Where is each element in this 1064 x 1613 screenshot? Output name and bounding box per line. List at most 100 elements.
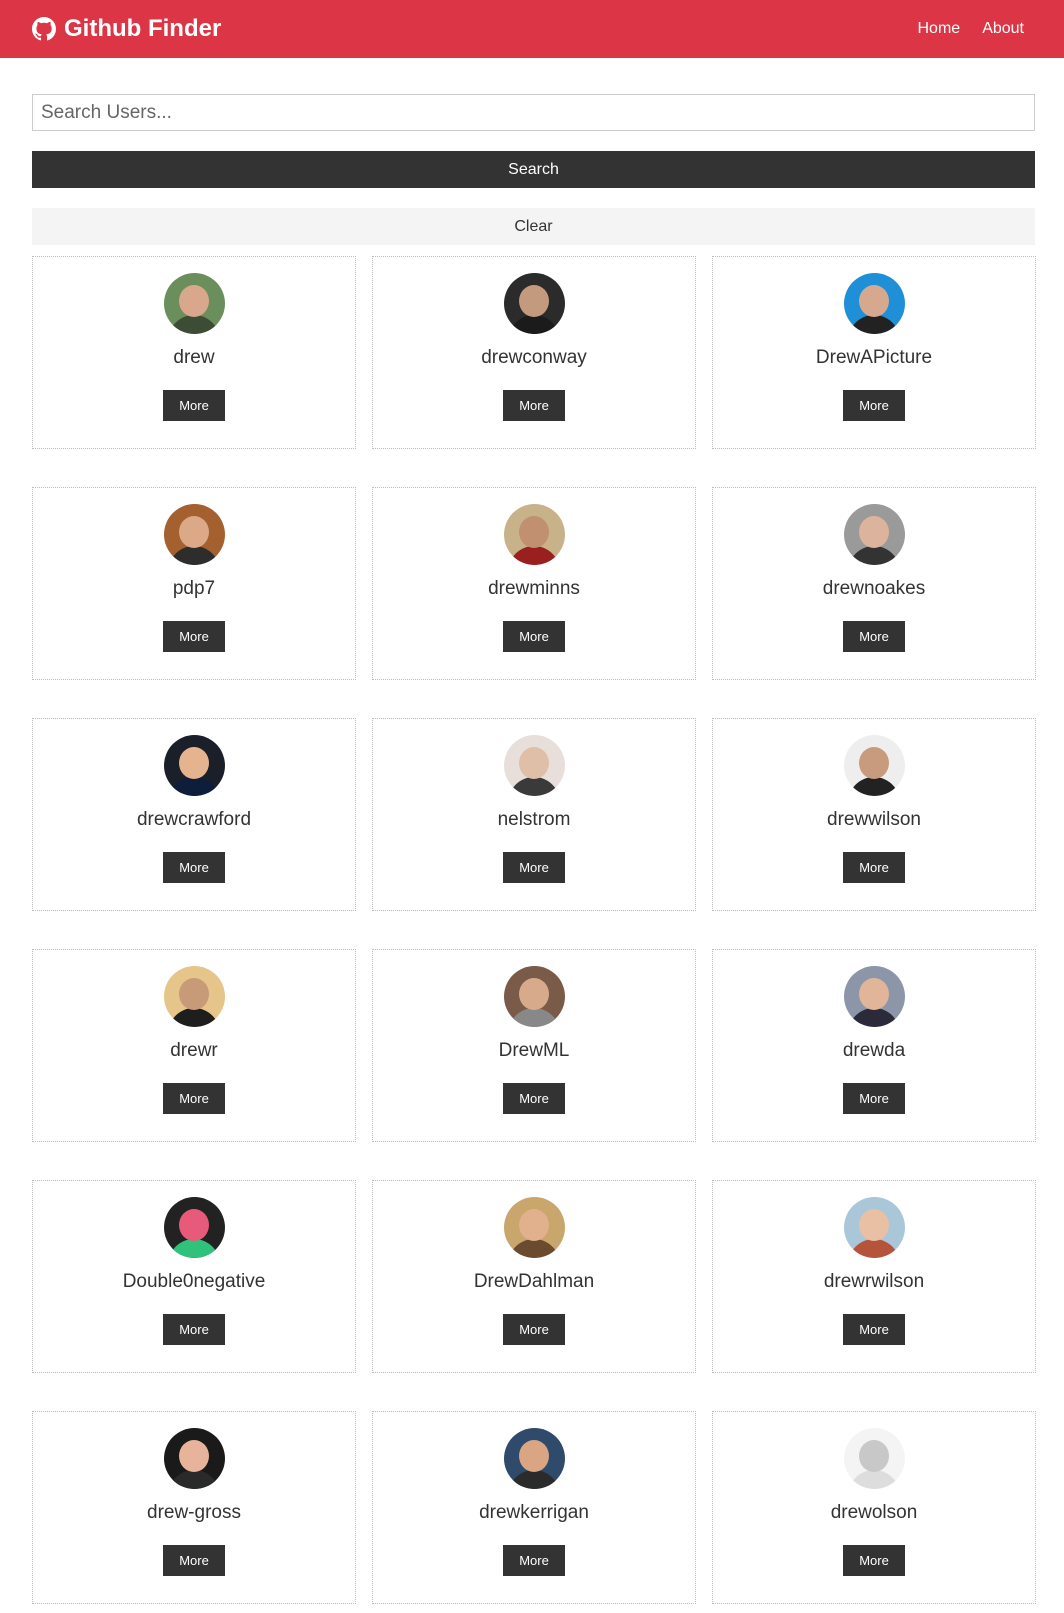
username: DrewDahlman: [473, 1271, 595, 1292]
username: drewolson: [830, 1502, 918, 1523]
avatar-head: [858, 747, 889, 779]
brand-title: Github Finder: [64, 15, 222, 42]
avatar: [843, 735, 905, 796]
nav-about-link[interactable]: About: [982, 20, 1024, 38]
avatar: [843, 504, 905, 565]
avatar: [503, 504, 565, 565]
avatar: [843, 1428, 905, 1489]
avatar-shoulders: [507, 1470, 560, 1489]
nav-links: Home About: [918, 20, 1025, 38]
avatar-shoulders: [167, 777, 220, 796]
search-input[interactable]: [32, 94, 1035, 131]
more-button[interactable]: More: [163, 390, 225, 421]
more-button[interactable]: More: [503, 1545, 565, 1576]
avatar-shoulders: [847, 1470, 900, 1489]
avatar-head: [858, 285, 889, 317]
avatar-head: [518, 978, 549, 1010]
user-card: nelstrom More: [372, 718, 696, 911]
search-form: Search Clear: [32, 94, 1035, 245]
user-card: drewkerrigan More: [372, 1411, 696, 1604]
avatar: [503, 273, 565, 334]
avatar-shoulders: [847, 546, 900, 565]
avatar-head: [178, 1209, 209, 1241]
user-card: drewr More: [32, 949, 356, 1142]
avatar: [503, 735, 565, 796]
avatar-shoulders: [507, 1008, 560, 1027]
more-button[interactable]: More: [843, 852, 905, 883]
avatar-head: [178, 747, 209, 779]
user-card: drew More: [32, 256, 356, 449]
username: DrewAPicture: [815, 347, 933, 368]
user-card: drewolson More: [712, 1411, 1036, 1604]
username: drewminns: [488, 578, 580, 599]
username: DrewML: [498, 1040, 570, 1061]
more-button[interactable]: More: [843, 390, 905, 421]
more-button[interactable]: More: [163, 1545, 225, 1576]
avatar-head: [858, 516, 889, 548]
avatar-shoulders: [847, 777, 900, 796]
more-button[interactable]: More: [503, 390, 565, 421]
username: drewnoakes: [822, 578, 926, 599]
avatar-shoulders: [507, 777, 560, 796]
user-card: DrewML More: [372, 949, 696, 1142]
avatar: [163, 735, 225, 796]
user-card: drewda More: [712, 949, 1036, 1142]
user-card: DrewDahlman More: [372, 1180, 696, 1373]
navbar: Github Finder Home About: [0, 0, 1064, 58]
avatar-head: [178, 516, 209, 548]
more-button[interactable]: More: [163, 852, 225, 883]
avatar-head: [178, 1440, 209, 1472]
avatar-head: [518, 747, 549, 779]
user-grid: drew More drewconway More DrewAPicture More pd…: [32, 256, 1036, 1604]
avatar: [163, 273, 225, 334]
username: drewwilson: [827, 809, 921, 830]
brand[interactable]: Github Finder: [32, 15, 221, 43]
avatar-head: [518, 516, 549, 548]
user-card: drew-gross More: [32, 1411, 356, 1604]
avatar: [503, 1197, 565, 1258]
user-card: drewcrawford More: [32, 718, 356, 911]
more-button[interactable]: More: [503, 1314, 565, 1345]
avatar-shoulders: [167, 1008, 220, 1027]
user-card: pdp7 More: [32, 487, 356, 680]
more-button[interactable]: More: [163, 1083, 225, 1114]
more-button[interactable]: More: [503, 1083, 565, 1114]
avatar-head: [178, 285, 209, 317]
search-button[interactable]: Search: [32, 151, 1035, 188]
username: drew: [173, 347, 215, 368]
avatar: [163, 504, 225, 565]
avatar-shoulders: [847, 315, 900, 334]
nav-home-link[interactable]: Home: [918, 20, 961, 38]
more-button[interactable]: More: [163, 1314, 225, 1345]
avatar-head: [858, 1209, 889, 1241]
avatar-shoulders: [507, 546, 560, 565]
avatar-shoulders: [847, 1239, 900, 1258]
more-button[interactable]: More: [843, 1083, 905, 1114]
github-icon: [32, 17, 56, 41]
user-card: DrewAPicture More: [712, 256, 1036, 449]
avatar: [503, 966, 565, 1027]
username: nelstrom: [497, 809, 571, 830]
more-button[interactable]: More: [843, 1545, 905, 1576]
avatar-head: [518, 1209, 549, 1241]
avatar-shoulders: [167, 315, 220, 334]
avatar: [163, 1428, 225, 1489]
username: pdp7: [172, 578, 216, 599]
clear-button[interactable]: Clear: [32, 208, 1035, 245]
user-card: drewnoakes More: [712, 487, 1036, 680]
more-button[interactable]: More: [843, 621, 905, 652]
more-button[interactable]: More: [843, 1314, 905, 1345]
username: drewda: [842, 1040, 906, 1061]
user-card: drewconway More: [372, 256, 696, 449]
avatar-head: [518, 1440, 549, 1472]
user-card: Double0negative More: [32, 1180, 356, 1373]
user-card: drewminns More: [372, 487, 696, 680]
avatar-shoulders: [847, 1008, 900, 1027]
username: drewr: [170, 1040, 218, 1061]
more-button[interactable]: More: [163, 621, 225, 652]
avatar: [843, 966, 905, 1027]
more-button[interactable]: More: [503, 621, 565, 652]
avatar-head: [518, 285, 549, 317]
more-button[interactable]: More: [503, 852, 565, 883]
avatar: [163, 966, 225, 1027]
